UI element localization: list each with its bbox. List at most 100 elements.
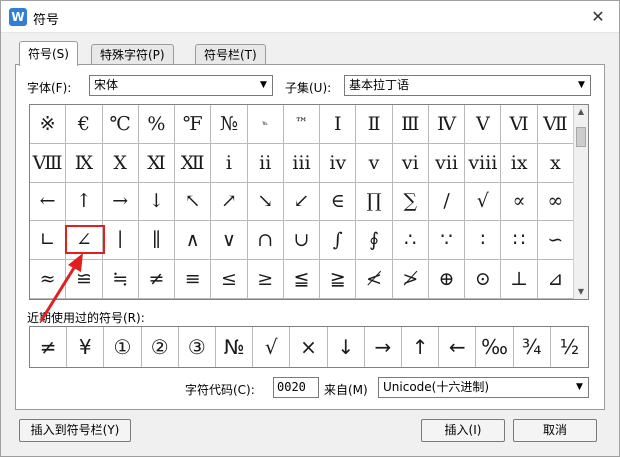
- symbol-cell[interactable]: ∩: [247, 221, 284, 261]
- tab-special-characters[interactable]: 特殊字符(P): [91, 44, 174, 65]
- subset-select[interactable]: 基本拉丁语 ▼: [344, 75, 591, 96]
- symbol-cell[interactable]: →: [102, 182, 139, 222]
- symbol-cell[interactable]: ⊕: [428, 260, 466, 299]
- symbol-cell[interactable]: ≥: [247, 260, 284, 299]
- symbol-cell[interactable]: ≒: [102, 260, 139, 299]
- scroll-down-icon[interactable]: ▼: [574, 285, 588, 299]
- symbol-cell[interactable]: ∕: [428, 182, 466, 222]
- symbol-cell[interactable]: ≠: [138, 260, 176, 299]
- symbol-cell[interactable]: €: [66, 105, 103, 144]
- symbol-cell[interactable]: ⅴ: [356, 143, 393, 183]
- symbol-cell[interactable]: ↓: [138, 182, 176, 222]
- symbol-cell[interactable]: Ⅻ: [175, 143, 212, 183]
- symbol-cell[interactable]: Ⅰ: [320, 105, 357, 144]
- symbol-cell[interactable]: ∵: [428, 221, 466, 261]
- symbol-cell[interactable]: ∷: [501, 221, 538, 261]
- symbol-cell[interactable]: ≤: [211, 260, 248, 299]
- recent-symbol-cell[interactable]: ‰: [476, 327, 514, 367]
- symbol-cell[interactable]: ⅳ: [320, 143, 357, 183]
- symbol-cell[interactable]: ∈: [320, 182, 357, 222]
- symbol-cell[interactable]: ⅰ: [211, 143, 248, 183]
- recent-symbol-cell[interactable]: ③: [179, 327, 216, 367]
- symbol-cell[interactable]: ∥: [138, 221, 176, 261]
- symbol-grid-scrollbar[interactable]: ▲ ▼: [573, 105, 588, 299]
- recent-symbol-cell[interactable]: ②: [142, 327, 179, 367]
- recent-symbol-cell[interactable]: √: [253, 327, 291, 367]
- symbol-cell[interactable]: №: [211, 105, 248, 144]
- symbol-cell[interactable]: ∑: [392, 182, 429, 222]
- symbol-cell[interactable]: Ⅶ: [537, 105, 574, 144]
- symbol-cell[interactable]: √: [465, 182, 502, 222]
- symbol-cell[interactable]: Ⅵ: [501, 105, 538, 144]
- symbol-cell[interactable]: ⊙: [465, 260, 502, 299]
- symbol-cell[interactable]: ∽: [537, 221, 574, 261]
- symbol-cell[interactable]: ⊿: [537, 260, 574, 299]
- symbol-cell[interactable]: ⅱ: [247, 143, 284, 183]
- symbol-cell[interactable]: ↗: [211, 182, 248, 222]
- symbol-cell[interactable]: Ⅹ: [102, 143, 139, 183]
- symbol-cell[interactable]: ∶: [465, 221, 502, 261]
- symbol-cell[interactable]: ⅹ: [537, 143, 574, 183]
- symbol-cell[interactable]: Ⅸ: [66, 143, 103, 183]
- symbol-cell[interactable]: ⅸ: [501, 143, 538, 183]
- symbol-cell[interactable]: ∞: [537, 182, 574, 222]
- tab-symbols[interactable]: 符号(S): [19, 41, 78, 66]
- font-select[interactable]: 宋体 ▼: [89, 75, 273, 96]
- symbol-cell[interactable]: ≌: [66, 260, 103, 299]
- symbol-cell[interactable]: ∧: [175, 221, 212, 261]
- recent-symbol-cell[interactable]: ↑: [402, 327, 440, 367]
- symbol-cell[interactable]: ™: [283, 105, 321, 144]
- symbol-cell[interactable]: ⅲ: [283, 143, 321, 183]
- symbol-cell[interactable]: ℡: [247, 105, 284, 144]
- symbol-cell[interactable]: ∮: [356, 221, 393, 261]
- recent-symbol-cell[interactable]: ×: [290, 327, 328, 367]
- recent-symbol-cell[interactable]: ¾: [514, 327, 551, 367]
- symbol-cell[interactable]: ⅷ: [465, 143, 502, 183]
- symbol-cell[interactable]: Ⅷ: [30, 143, 67, 183]
- symbol-cell[interactable]: ↖: [175, 182, 212, 222]
- symbol-cell[interactable]: Ⅺ: [138, 143, 176, 183]
- symbol-cell[interactable]: ∪: [283, 221, 321, 261]
- symbol-cell[interactable]: ←: [30, 182, 67, 222]
- tab-symbol-bar[interactable]: 符号栏(T): [195, 44, 266, 65]
- symbol-cell[interactable]: ∝: [501, 182, 538, 222]
- symbol-cell[interactable]: ≡: [175, 260, 212, 299]
- recent-symbol-cell[interactable]: ¥: [67, 327, 105, 367]
- symbol-cell[interactable]: Ⅱ: [356, 105, 393, 144]
- symbol-cell[interactable]: ※: [30, 105, 67, 144]
- symbol-cell[interactable]: ↙: [283, 182, 321, 222]
- symbol-cell[interactable]: ∟: [30, 221, 67, 261]
- from-select[interactable]: Unicode(十六进制) ▼: [378, 377, 589, 398]
- close-icon[interactable]: ✕: [587, 6, 609, 28]
- symbol-cell[interactable]: ≧: [320, 260, 357, 299]
- symbol-cell[interactable]: Ⅳ: [428, 105, 466, 144]
- symbol-cell[interactable]: ∨: [211, 221, 248, 261]
- symbol-cell[interactable]: ℉: [175, 105, 212, 144]
- symbol-cell[interactable]: ≈: [30, 260, 67, 299]
- recent-symbol-cell[interactable]: №: [216, 327, 254, 367]
- char-code-input[interactable]: 0020: [273, 377, 319, 398]
- recent-symbol-cell[interactable]: ↓: [328, 327, 365, 367]
- symbol-cell[interactable]: Ⅴ: [465, 105, 502, 144]
- scroll-up-icon[interactable]: ▲: [574, 105, 588, 119]
- symbol-cell[interactable]: ∴: [392, 221, 429, 261]
- symbol-cell[interactable]: ⅶ: [428, 143, 466, 183]
- recent-symbol-cell[interactable]: →: [365, 327, 402, 367]
- insert-button[interactable]: 插入(I): [421, 419, 505, 442]
- symbol-cell[interactable]: ↑: [66, 182, 103, 222]
- recent-symbol-cell[interactable]: ←: [439, 327, 477, 367]
- symbol-cell[interactable]: ∫: [320, 221, 357, 261]
- symbol-cell[interactable]: %: [138, 105, 176, 144]
- symbol-cell[interactable]: Ⅲ: [392, 105, 429, 144]
- symbol-cell[interactable]: ∣: [102, 221, 139, 261]
- symbol-cell[interactable]: ≮: [356, 260, 393, 299]
- recent-symbol-cell[interactable]: ①: [104, 327, 142, 367]
- recent-symbol-cell[interactable]: ≠: [30, 327, 68, 367]
- cancel-button[interactable]: 取消: [513, 419, 597, 442]
- symbol-cell[interactable]: ↘: [247, 182, 284, 222]
- symbol-cell[interactable]: ≯: [392, 260, 429, 299]
- symbol-cell[interactable]: ℃: [102, 105, 139, 144]
- symbol-cell[interactable]: ∏: [356, 182, 393, 222]
- recent-symbol-cell[interactable]: ½: [551, 327, 588, 367]
- insert-to-symbol-bar-button[interactable]: 插入到符号栏(Y): [19, 419, 131, 442]
